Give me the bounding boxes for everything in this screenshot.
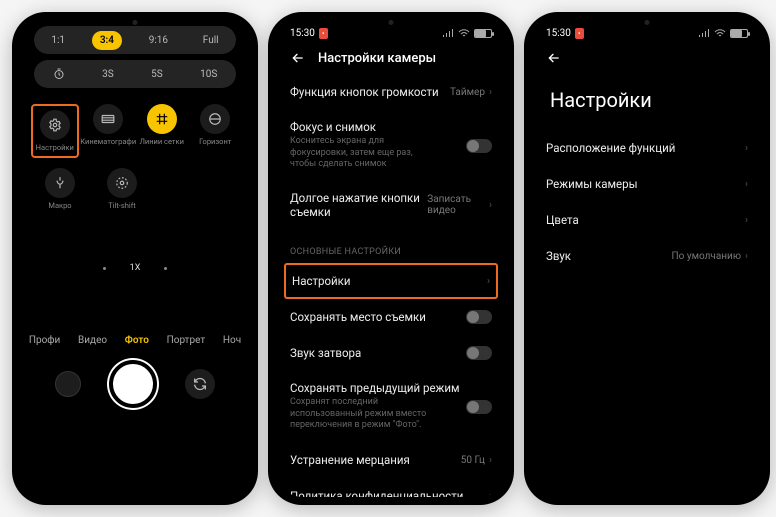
mode-strip[interactable]: Профи Видео Фото Портрет Ноч (20, 329, 250, 352)
film-icon (93, 104, 123, 134)
mode-photo[interactable]: Фото (125, 335, 149, 346)
shutter-button[interactable] (109, 360, 157, 408)
status-rec-icon: • (319, 28, 328, 39)
zoom-dot-wide[interactable] (103, 267, 106, 270)
back-button[interactable] (290, 50, 306, 66)
battery-icon (474, 29, 492, 38)
chevron-right-icon: › (745, 143, 748, 154)
tool-tiltshift-label: Tilt-shift (108, 202, 136, 210)
settings-list: Функция кнопок громкости Таймер› Фокус и… (276, 74, 506, 497)
chevron-right-icon: › (487, 276, 490, 287)
status-time: 15:30 (546, 28, 571, 39)
gear-icon (40, 110, 70, 140)
chevron-right-icon: › (489, 455, 492, 466)
settings-sub-screen: 15:30 • Настройки Расположение функций (532, 20, 762, 497)
row-save-location[interactable]: Сохранять место съемки (290, 299, 492, 335)
row-camera-modes[interactable]: Режимы камеры › (546, 166, 748, 202)
timer-5s[interactable]: 5S (143, 65, 171, 84)
phone-camera: 1:1 3:4 9:16 Full 3S 5S 10S Настройки (12, 12, 258, 505)
shutter-row (20, 352, 250, 422)
tool-tiltshift[interactable]: Tilt-shift (98, 168, 146, 210)
wifi-icon (458, 29, 470, 38)
row-shutter-sound[interactable]: Звук затвора (290, 335, 492, 371)
camera-screen: 1:1 3:4 9:16 Full 3S 5S 10S Настройки (20, 20, 250, 497)
camera-cutout (645, 20, 650, 25)
timer-10s[interactable]: 10S (192, 65, 225, 84)
mode-portrait[interactable]: Портрет (167, 335, 206, 346)
switch-camera-button[interactable] (185, 369, 215, 399)
ratio-full[interactable]: Full (195, 31, 227, 50)
status-rec-icon: • (575, 28, 584, 39)
toggle-prev-mode[interactable] (466, 400, 492, 414)
chevron-right-icon: › (745, 179, 748, 190)
settings-screen: 15:30 • Настройки камеры Функция кнопо (276, 20, 506, 497)
back-button[interactable] (546, 50, 562, 66)
tool-horizon[interactable]: Горизонт (191, 104, 239, 158)
toggle-location[interactable] (466, 310, 492, 324)
page-title: Настройки (532, 74, 762, 130)
tool-settings-label: Настройки (36, 144, 74, 152)
tool-row-2: Макро Tilt-shift (20, 162, 250, 218)
row-long-press[interactable]: Долгое нажатие кнопки съемки Записать ви… (290, 181, 492, 229)
viewfinder[interactable]: 1X (20, 219, 250, 329)
tool-cinema[interactable]: Кинематографи (84, 104, 132, 158)
status-time: 15:30 (290, 28, 315, 39)
row-flicker[interactable]: Устранение мерцания 50 Гц› (290, 442, 492, 478)
timer-3s[interactable]: 3S (94, 65, 122, 84)
tiltshift-icon (107, 168, 137, 198)
timer-selector[interactable]: 3S 5S 10S (34, 60, 236, 88)
zoom-dot-tele[interactable] (164, 267, 167, 270)
zoom-indicator[interactable]: 1X (20, 263, 250, 273)
row-volume-buttons[interactable]: Функция кнопок громкости Таймер› (290, 74, 492, 110)
gallery-thumbnail[interactable] (55, 371, 81, 397)
aspect-ratio-selector[interactable]: 1:1 3:4 9:16 Full (34, 26, 236, 54)
signal-icon (442, 29, 454, 38)
page-title: Настройки камеры (318, 51, 436, 66)
camera-cutout (389, 20, 394, 25)
camera-cutout (133, 20, 138, 25)
chevron-right-icon: › (489, 491, 492, 497)
row-privacy[interactable]: Политика конфиденциальности › (290, 478, 492, 497)
macro-icon (45, 168, 75, 198)
chevron-right-icon: › (745, 215, 748, 226)
chevron-right-icon: › (745, 251, 748, 262)
tool-row-1: Настройки Кинематографи Линии сетки Гори… (20, 94, 250, 162)
header (532, 42, 762, 74)
chevron-right-icon: › (489, 200, 492, 211)
row-prev-mode[interactable]: Сохранять предыдущий режим Сохранят посл… (290, 371, 492, 442)
wifi-icon (714, 29, 726, 38)
phone-settings-sub: 15:30 • Настройки Расположение функций (524, 12, 770, 505)
grid-icon (147, 104, 177, 134)
settings-sub-list: Расположение функций › Режимы камеры › Ц… (532, 130, 762, 274)
horizon-icon (200, 104, 230, 134)
tool-grid-label: Линии сетки (140, 138, 184, 146)
chevron-right-icon: › (489, 87, 492, 98)
mode-pro[interactable]: Профи (29, 335, 60, 346)
tool-cinema-label: Кинематографи (80, 138, 136, 146)
row-sound[interactable]: Звук По умолчанию› (546, 238, 748, 274)
tool-settings[interactable]: Настройки (31, 104, 79, 158)
ratio-1-1[interactable]: 1:1 (43, 31, 73, 50)
row-colors[interactable]: Цвета › (546, 202, 748, 238)
mode-video[interactable]: Видео (78, 335, 107, 346)
tool-macro-label: Макро (48, 202, 71, 210)
mode-night[interactable]: Ноч (223, 335, 241, 346)
header: Настройки камеры (276, 42, 506, 74)
toggle-shutter-sound[interactable] (466, 346, 492, 360)
signal-icon (698, 29, 710, 38)
toggle-focus[interactable] (466, 139, 492, 153)
tool-grid[interactable]: Линии сетки (138, 104, 186, 158)
row-settings[interactable]: Настройки › (284, 263, 498, 299)
timer-icon (45, 64, 73, 84)
phone-camera-settings: 15:30 • Настройки камеры Функция кнопо (268, 12, 514, 505)
row-layout[interactable]: Расположение функций › (546, 130, 748, 166)
ratio-9-16[interactable]: 9:16 (141, 31, 176, 50)
section-main: ОСНОВНЫЕ НАСТРОЙКИ (290, 229, 492, 263)
ratio-3-4[interactable]: 3:4 (92, 31, 122, 50)
tool-macro[interactable]: Макро (36, 168, 84, 210)
battery-icon (730, 29, 748, 38)
tool-horizon-label: Горизонт (199, 138, 231, 146)
zoom-value[interactable]: 1X (130, 263, 141, 273)
row-focus-shot[interactable]: Фокус и снимок Коснитесь экрана для фоку… (290, 110, 492, 181)
